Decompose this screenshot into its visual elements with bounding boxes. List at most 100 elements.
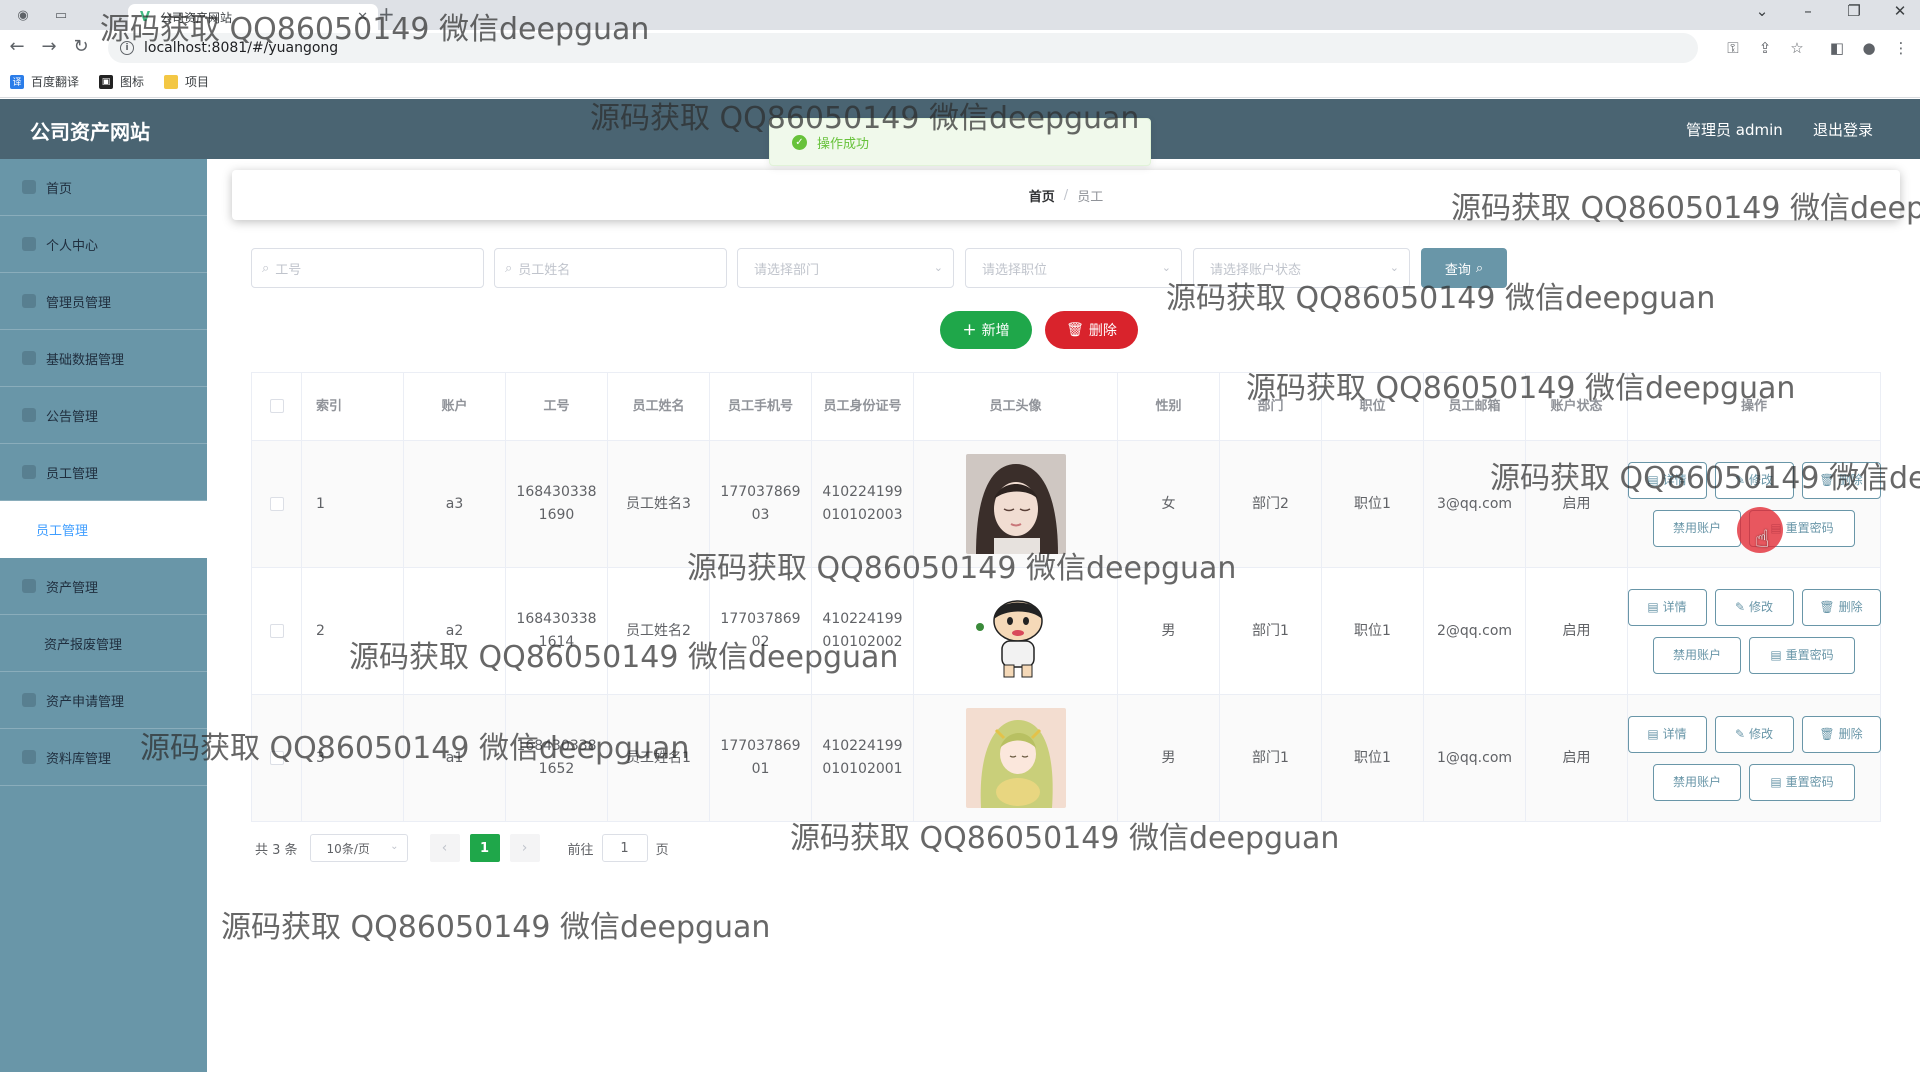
pagination-total: 共 3 条 bbox=[255, 842, 298, 858]
url-text: localhost:8081/#/yuangong bbox=[144, 40, 339, 56]
bookmark-translate[interactable]: 译 百度翻译 bbox=[10, 73, 79, 90]
page-size-select[interactable]: 10条/页 ⌄ bbox=[309, 834, 408, 862]
reset-password-button[interactable]: ▤重置密码 bbox=[1749, 636, 1855, 674]
table-row: 1 a3 1684303381690 员工姓名3 17703786903 410… bbox=[251, 440, 1881, 568]
goto-page-input[interactable]: 1 bbox=[601, 834, 648, 862]
more-icon[interactable]: ⋮ bbox=[1890, 39, 1912, 57]
disable-account-button[interactable]: 禁用账户 bbox=[1653, 636, 1741, 674]
sidebar-item-employee[interactable]: 员工管理 bbox=[0, 444, 207, 501]
share-icon[interactable]: ⇪ bbox=[1754, 39, 1776, 57]
forward-icon[interactable]: → bbox=[36, 36, 62, 57]
sidebar-item-profile[interactable]: 个人中心 bbox=[0, 216, 207, 273]
query-button[interactable]: 查询 ⌕ bbox=[1421, 248, 1507, 288]
profile-icon[interactable]: ● bbox=[1858, 39, 1880, 57]
page-number-current[interactable]: 1 bbox=[469, 834, 500, 862]
add-button[interactable]: + 新增 bbox=[940, 311, 1032, 349]
cell-position: 职位1 bbox=[1321, 694, 1424, 822]
avatar[interactable] bbox=[965, 581, 1066, 681]
sidebar-item-apply[interactable]: 资产申请管理 bbox=[0, 672, 207, 729]
delete-label: 删除 bbox=[1838, 726, 1863, 741]
position-select[interactable]: 请选择职位 ⌄ bbox=[965, 248, 1182, 288]
reset-password-button[interactable]: ▤重置密码 bbox=[1749, 763, 1855, 801]
tab-search-icon[interactable]: ⌄ bbox=[1742, 2, 1782, 20]
detail-button[interactable]: ▤ 详情 bbox=[1627, 715, 1707, 753]
disable-account-button[interactable]: 禁用账户 bbox=[1653, 509, 1741, 547]
cell-avatar bbox=[913, 694, 1118, 822]
back-icon[interactable]: ← bbox=[4, 36, 30, 57]
edit-label: 修改 bbox=[1749, 472, 1774, 487]
sidebar-item-basedata[interactable]: 基础数据管理 bbox=[0, 330, 207, 387]
star-icon[interactable]: ☆ bbox=[1786, 39, 1808, 57]
row-select-cell[interactable] bbox=[251, 694, 302, 822]
gonghao-search-input[interactable]: ⌕ 工号 bbox=[251, 248, 484, 288]
delete-button[interactable]: 🗑 删除 bbox=[1801, 461, 1881, 499]
sidebar-subitem-scrap[interactable]: 资产报废管理 bbox=[0, 615, 207, 672]
tab-close-icon[interactable]: ✕ bbox=[357, 10, 368, 25]
prev-page-button[interactable]: ‹ bbox=[429, 834, 460, 862]
sidebar-item-library[interactable]: 资料库管理 bbox=[0, 729, 207, 786]
bookmark-icons[interactable]: ▣ 图标 bbox=[99, 73, 144, 90]
detail-button[interactable]: ▤ 详情 bbox=[1627, 588, 1707, 626]
dept-select[interactable]: 请选择部门 ⌄ bbox=[737, 248, 954, 288]
edit-button[interactable]: ✎ 修改 bbox=[1714, 715, 1794, 753]
cell-dept: 部门1 bbox=[1219, 694, 1322, 822]
menu-icon bbox=[22, 408, 36, 422]
key-icon[interactable]: ⚿ bbox=[1722, 39, 1744, 57]
cell-position: 职位1 bbox=[1321, 567, 1424, 695]
close-window-icon[interactable]: ✕ bbox=[1880, 2, 1920, 20]
address-bar[interactable]: i localhost:8081/#/yuangong bbox=[108, 33, 1698, 63]
new-tab-icon[interactable]: + bbox=[378, 2, 395, 26]
batch-delete-button[interactable]: 🗑 删除 bbox=[1045, 311, 1138, 349]
avatar[interactable] bbox=[965, 708, 1066, 808]
col-header: 性别 bbox=[1117, 372, 1220, 441]
delete-button[interactable]: 🗑 删除 bbox=[1801, 588, 1881, 626]
avatar-girl-photo bbox=[965, 454, 1066, 554]
edit-label: 修改 bbox=[1749, 599, 1774, 614]
name-search-input[interactable]: ⌕ 员工姓名 bbox=[494, 248, 727, 288]
reload-icon[interactable]: ↻ bbox=[68, 36, 94, 57]
delete-button[interactable]: 🗑 删除 bbox=[1801, 715, 1881, 753]
select-all-checkbox[interactable] bbox=[269, 399, 284, 413]
col-header: 员工姓名 bbox=[607, 372, 710, 441]
search-icon: ⌕ bbox=[1475, 260, 1484, 276]
col-header: 账户状态 bbox=[1525, 372, 1628, 441]
row-select-cell[interactable] bbox=[251, 567, 302, 695]
row-select-cell[interactable] bbox=[251, 440, 302, 568]
chevron-down-icon: ⌄ bbox=[1161, 261, 1171, 274]
edit-button[interactable]: ✎ 修改 bbox=[1714, 461, 1794, 499]
status-select[interactable]: 请选择账户状态 ⌄ bbox=[1193, 248, 1410, 288]
row-checkbox[interactable] bbox=[269, 496, 284, 511]
edit-button[interactable]: ✎ 修改 bbox=[1714, 588, 1794, 626]
disable-label: 禁用账户 bbox=[1672, 520, 1721, 535]
sidebar-item-admin[interactable]: 管理员管理 bbox=[0, 273, 207, 330]
chevron-down-icon: ⌄ bbox=[390, 841, 399, 852]
table-header-row: 索引 账户 工号 员工姓名 员工手机号 员工身份证号 员工头像 性别 部门 职位… bbox=[251, 372, 1881, 441]
browser-menu-icon[interactable]: ◉ bbox=[8, 4, 38, 26]
pinned-tab[interactable]: ▭ bbox=[46, 4, 76, 26]
avatar[interactable] bbox=[965, 454, 1066, 554]
toast-message: 操作成功 bbox=[817, 136, 870, 152]
detail-button[interactable]: ▤ 详情 bbox=[1627, 461, 1707, 499]
browser-tab-active[interactable]: V 公司资产网站 ✕ bbox=[128, 4, 378, 30]
row-checkbox[interactable] bbox=[269, 750, 284, 765]
minimize-icon[interactable]: – bbox=[1788, 2, 1828, 20]
disable-account-button[interactable]: 禁用账户 bbox=[1653, 763, 1741, 801]
row-checkbox[interactable] bbox=[269, 623, 284, 638]
sidebar-item-home[interactable]: 首页 bbox=[0, 159, 207, 216]
restore-icon[interactable]: ❐ bbox=[1834, 2, 1874, 20]
sidepanel-icon[interactable]: ◧ bbox=[1826, 39, 1848, 57]
employee-table: 索引 账户 工号 员工姓名 员工手机号 员工身份证号 员工头像 性别 部门 职位… bbox=[251, 372, 1881, 822]
sidebar-item-label: 资料库管理 bbox=[46, 751, 112, 767]
logout-link[interactable]: 退出登录 bbox=[1813, 119, 1873, 140]
sidebar-subitem-employee[interactable]: 员工管理 bbox=[0, 501, 207, 558]
cell-gonghao: 1684303381614 bbox=[505, 567, 608, 695]
cell-phone: 17703786901 bbox=[709, 694, 812, 822]
cell-name: 员工姓名3 bbox=[607, 440, 710, 568]
sidebar-item-asset[interactable]: 资产管理 bbox=[0, 558, 207, 615]
select-all-cell[interactable] bbox=[251, 372, 302, 441]
bookmark-folder[interactable]: 项目 bbox=[164, 73, 209, 90]
sidebar-item-notice[interactable]: 公告管理 bbox=[0, 387, 207, 444]
breadcrumb-home[interactable]: 首页 bbox=[1029, 186, 1055, 205]
site-info-icon[interactable]: i bbox=[120, 41, 134, 55]
next-page-button[interactable]: › bbox=[509, 834, 540, 862]
